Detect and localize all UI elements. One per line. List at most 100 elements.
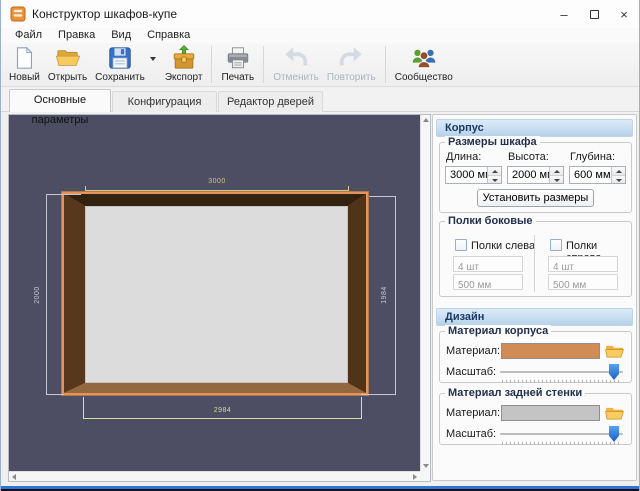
dimension-tick <box>46 194 81 195</box>
minimize-icon: – <box>560 7 567 22</box>
height-input[interactable] <box>508 167 549 183</box>
slider-ticks <box>502 442 622 445</box>
menu-help[interactable]: Справка <box>139 28 198 43</box>
browse-folder-icon[interactable] <box>605 405 624 420</box>
body-scale-slider-thumb[interactable] <box>609 364 619 380</box>
slider-ticks <box>502 380 622 383</box>
maximize-button[interactable] <box>579 0 609 28</box>
app-icon <box>10 6 26 22</box>
toolbar-separator <box>385 46 386 83</box>
redo-button[interactable]: Повторить <box>323 43 380 86</box>
group-side-shelves: Полки боковые Полки слева Полки справа <box>439 221 632 297</box>
print-label: Печать <box>221 72 254 83</box>
dimension-tick <box>85 186 86 191</box>
depth-label: Глубина: <box>570 151 615 163</box>
maximize-icon <box>590 10 599 19</box>
wardrobe-interior <box>64 194 366 393</box>
open-button[interactable]: Открыть <box>44 43 91 86</box>
dimension-label-left: 2000 <box>34 283 42 307</box>
export-button[interactable]: Экспорт <box>161 43 207 86</box>
shelves-left-count-field[interactable] <box>453 256 523 272</box>
horizontal-scrollbar[interactable] <box>9 471 420 481</box>
scroll-down-icon[interactable] <box>423 464 429 468</box>
menu-file[interactable]: Файл <box>7 28 50 43</box>
community-button[interactable]: Сообщество <box>391 43 457 86</box>
dimension-label-bottom: 2984 <box>83 407 362 415</box>
back-scale-slider[interactable] <box>500 433 623 435</box>
dimension-line-top <box>85 190 349 191</box>
back-scale-slider-thumb[interactable] <box>609 426 619 442</box>
tab-strip: Основные параметры Конфигурация шкафа Ре… <box>1 88 639 112</box>
spin-down-button[interactable] <box>550 175 563 184</box>
undo-label: Отменить <box>273 72 319 83</box>
back-material-swatch[interactable] <box>501 405 600 421</box>
depth-stepper[interactable] <box>569 166 626 184</box>
dimension-tick <box>348 186 349 191</box>
shelves-left-count-input[interactable] <box>454 262 522 273</box>
shelves-left-checkbox[interactable] <box>455 239 467 251</box>
scale-label: Масштаб: <box>446 366 496 378</box>
save-label: Сохранить <box>95 72 145 83</box>
body-material-swatch[interactable] <box>501 343 600 359</box>
community-people-icon <box>411 45 437 71</box>
dimension-line-right <box>395 196 396 395</box>
drawing-canvas[interactable]: 2000 1984 3000 2984 <box>9 115 420 471</box>
spin-up-button[interactable] <box>612 167 625 175</box>
scroll-left-icon[interactable] <box>12 474 16 480</box>
print-button[interactable]: Печать <box>217 43 258 86</box>
spin-down-button[interactable] <box>488 175 501 184</box>
toolbar-separator <box>263 46 264 83</box>
menu-edit[interactable]: Правка <box>50 28 103 43</box>
new-button[interactable]: Новый <box>5 43 44 86</box>
minimize-button[interactable]: – <box>549 0 579 28</box>
shelves-left-width-field[interactable] <box>453 274 523 290</box>
shelves-right-width-input[interactable] <box>549 280 617 291</box>
toolbar: Новый Открыть Сохранить <box>1 43 639 87</box>
close-icon: × <box>620 7 628 22</box>
tab-door-editor[interactable]: Редактор дверей <box>218 91 323 112</box>
group-title-sizes: Размеры шкафа <box>445 136 540 148</box>
canvas-frame: 2000 1984 3000 2984 <box>8 114 431 482</box>
dimension-tick <box>46 394 64 395</box>
depth-input[interactable] <box>570 167 611 183</box>
browse-folder-icon[interactable] <box>605 343 624 358</box>
vertical-scrollbar[interactable] <box>420 115 430 471</box>
scroll-right-icon[interactable] <box>413 474 417 480</box>
tab-main-params[interactable]: Основные параметры <box>9 89 111 112</box>
shelves-right-width-field[interactable] <box>548 274 618 290</box>
wardrobe-back-panel <box>85 206 348 383</box>
body-scale-slider[interactable] <box>500 371 623 373</box>
close-button[interactable]: × <box>609 0 639 28</box>
tab-wardrobe-config[interactable]: Конфигурация шкафа <box>112 91 217 112</box>
spin-up-button[interactable] <box>550 167 563 175</box>
set-sizes-button[interactable]: Установить размеры <box>477 189 594 207</box>
scale-label: Масштаб: <box>446 428 496 440</box>
open-folder-icon <box>55 45 81 71</box>
window-title: Конструктор шкафов-купе <box>32 7 177 21</box>
new-label: Новый <box>9 72 40 83</box>
spin-up-button[interactable] <box>488 167 501 175</box>
save-button[interactable]: Сохранить <box>91 43 149 86</box>
height-stepper[interactable] <box>507 166 564 184</box>
shelves-right-count-field[interactable] <box>548 256 618 272</box>
spin-down-button[interactable] <box>612 175 625 184</box>
material-label: Материал: <box>446 345 500 357</box>
shelves-right-checkbox[interactable] <box>550 239 562 251</box>
dimension-line-bottom <box>83 418 362 419</box>
export-label: Экспорт <box>165 72 203 83</box>
shelves-right-count-input[interactable] <box>549 262 617 273</box>
arrow-up-icon <box>554 170 560 173</box>
arrow-down-icon <box>616 179 622 182</box>
open-label: Открыть <box>48 72 87 83</box>
length-input[interactable] <box>446 167 487 183</box>
menu-view[interactable]: Вид <box>103 28 139 43</box>
length-stepper[interactable] <box>445 166 502 184</box>
wardrobe-drawing[interactable] <box>62 192 368 395</box>
scroll-up-icon[interactable] <box>423 118 429 122</box>
shelves-left-width-input[interactable] <box>454 280 522 291</box>
save-dropdown-icon[interactable] <box>150 57 156 61</box>
undo-button[interactable]: Отменить <box>269 43 323 86</box>
save-floppy-icon <box>107 45 133 71</box>
dimension-tick <box>369 196 396 197</box>
length-spinner <box>487 167 501 183</box>
